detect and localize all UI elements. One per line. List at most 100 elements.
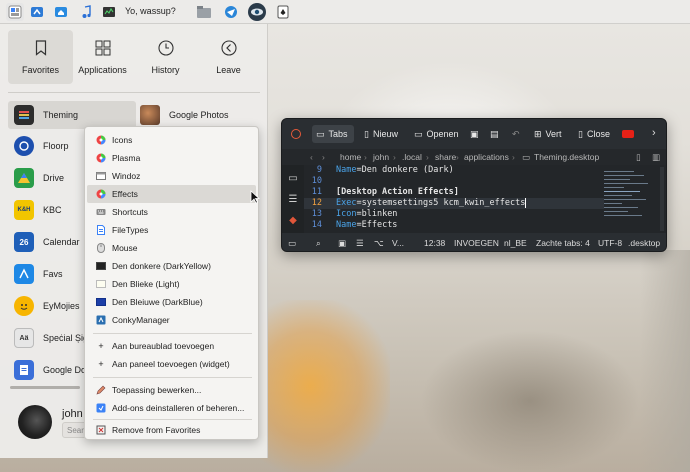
app-launcher-icon[interactable]: [6, 3, 24, 21]
menu-item-add-desktop[interactable]: + Aan bureaublad toevoegen: [87, 337, 256, 355]
code-area[interactable]: 9 Name=Den donkere (Dark) 10 11 [Desktop…: [304, 165, 604, 231]
new-button[interactable]: ▯ Nieuw: [360, 125, 402, 143]
line-number: 10: [311, 176, 322, 186]
split-view-icon[interactable]: ▯: [636, 152, 641, 163]
breadcrumb-item[interactable]: home: [340, 152, 361, 162]
tabs-button[interactable]: ▭ Tabs: [312, 125, 354, 143]
undo-button[interactable]: ↶: [508, 125, 528, 143]
open-button[interactable]: ▭ Openen: [410, 125, 463, 143]
search-icon[interactable]: ⌕: [316, 238, 321, 249]
favorite-google-photos[interactable]: Google Photos: [140, 101, 229, 129]
menu-item-label: ConkyManager: [112, 315, 170, 325]
split-vertical-button[interactable]: ⊞ Vert: [530, 125, 566, 143]
breadcrumb-separator: ›: [456, 152, 459, 162]
system-monitor-icon[interactable]: [100, 3, 118, 21]
network-icon[interactable]: [222, 3, 240, 21]
menu-item-windoz[interactable]: Windoz: [87, 167, 256, 185]
youtube-icon[interactable]: [622, 130, 634, 138]
favorite-calendar[interactable]: 26 Calendar: [14, 228, 80, 256]
tabs-divider: [8, 92, 260, 93]
launcher-scrollbar[interactable]: [10, 386, 80, 389]
theme-blue-icon: [96, 297, 106, 307]
tab-leave[interactable]: Leave: [196, 30, 261, 84]
music-icon[interactable]: [78, 3, 96, 21]
breadcrumb-item[interactable]: applications: [464, 152, 509, 162]
back-icon[interactable]: ‹: [310, 152, 313, 162]
breadcrumb-item[interactable]: share: [435, 152, 456, 162]
tab-applications[interactable]: Applications: [70, 30, 135, 84]
menu-item-conkymanager[interactable]: ConkyManager: [87, 311, 256, 329]
file-manager-icon[interactable]: [195, 3, 213, 21]
menu-item-remove-favorite[interactable]: Remove from Favorites: [87, 421, 256, 439]
list-icon[interactable]: ☰: [287, 194, 299, 206]
menu-item-add-panel[interactable]: + Aan paneel toevoegen (widget): [87, 355, 256, 373]
menu-item-mouse[interactable]: Mouse: [87, 239, 256, 257]
minimap[interactable]: [604, 169, 654, 229]
favorite-google-doc[interactable]: Google Doc: [14, 356, 91, 384]
breadcrumb-item[interactable]: .local: [402, 152, 422, 162]
plus-icon: +: [98, 359, 104, 369]
code-line: 10: [304, 176, 604, 187]
favorite-floorp[interactable]: Floorp: [14, 132, 69, 160]
breadcrumb-item[interactable]: Theming.desktop: [534, 152, 599, 162]
line-text: Icon=blinken: [336, 209, 397, 219]
chevron-right-icon[interactable]: ›: [652, 127, 656, 139]
status-indentation[interactable]: Zachte tabs: 4: [536, 238, 590, 248]
menu-item-edit-application[interactable]: Toepassing bewerken...: [87, 381, 256, 399]
menu-item-den-bleiuwe[interactable]: Den Bleiuwe (DarkBlue): [87, 293, 256, 311]
folder-icon[interactable]: ▭: [287, 173, 299, 185]
editor-scrollbar[interactable]: [660, 167, 664, 231]
menu-item-icons[interactable]: Icons: [87, 131, 256, 149]
status-cursor-position[interactable]: 12:38: [424, 238, 445, 248]
console-icon[interactable]: ▣: [338, 238, 346, 249]
menu-item-label: Mouse: [112, 243, 138, 253]
dolphin-icon[interactable]: [28, 3, 46, 21]
save-button[interactable]: ▣: [466, 125, 487, 143]
status-file-type[interactable]: .desktop: [628, 238, 660, 248]
home-folder-icon[interactable]: [52, 3, 70, 21]
tab-favorites[interactable]: Favorites: [8, 30, 73, 84]
cards-game-icon[interactable]: [274, 3, 292, 21]
menu-item-label: Den Blieke (Light): [112, 279, 180, 289]
status-encoding[interactable]: UTF-8: [598, 238, 622, 248]
menu-item-den-donkere[interactable]: Den donkere (DarkYellow): [87, 257, 256, 275]
filter-icon[interactable]: ☰: [356, 238, 364, 249]
favorite-favs[interactable]: Favs: [14, 260, 63, 288]
tab-history[interactable]: History: [133, 30, 198, 84]
line-value: =Den donkere (Dark): [356, 165, 454, 175]
favorite-special-sign[interactable]: Aä Speċial Șign: [14, 324, 93, 352]
menu-item-plasma[interactable]: Plasma: [87, 149, 256, 167]
menu-item-den-blieke[interactable]: Den Blieke (Light): [87, 275, 256, 293]
close-button[interactable]: ▯ Close: [574, 125, 614, 143]
terminal-toggle-icon[interactable]: ▭: [288, 238, 296, 249]
status-input-mode[interactable]: INVOEGEN: [454, 238, 499, 248]
git-icon[interactable]: ◆: [287, 215, 299, 227]
status-mode-short[interactable]: V...: [392, 238, 404, 248]
menu-item-shortcuts[interactable]: Shortcuts: [87, 203, 256, 221]
favorite-kbc[interactable]: K&H KBC: [14, 196, 62, 224]
conky-icon: [96, 315, 106, 325]
menu-item-effects[interactable]: Effects: [87, 185, 256, 203]
tab-label: Leave: [216, 65, 241, 75]
save-as-button[interactable]: ▤: [486, 125, 507, 143]
favorite-drive[interactable]: Drive: [14, 164, 64, 192]
breadcrumb-item[interactable]: john: [373, 152, 389, 162]
code-line: 11 [Desktop Action Effects]: [304, 187, 604, 198]
menu-item-label: Aan bureaublad toevoegen: [112, 341, 215, 351]
line-value: =blinken: [356, 209, 398, 219]
avatar[interactable]: [18, 405, 52, 439]
view-options-icon[interactable]: ▥: [652, 152, 660, 163]
favorite-eymojies[interactable]: EyMojies: [14, 292, 80, 320]
status-language[interactable]: nl_BE: [504, 238, 527, 248]
bookmark-icon: [32, 39, 50, 57]
menu-item-manage-addons[interactable]: Add-ons deinstalleren of beheren...: [87, 399, 256, 417]
app-record-icon[interactable]: [291, 129, 301, 139]
favorite-label: EyMojies: [43, 301, 80, 311]
favorite-theming[interactable]: Theming: [8, 101, 136, 129]
forward-icon[interactable]: ›: [322, 152, 325, 162]
menu-item-filetypes[interactable]: FileTypes: [87, 221, 256, 239]
eye-icon[interactable]: [248, 3, 266, 21]
menu-item-label: Effects: [112, 189, 138, 199]
branch-icon[interactable]: ⌥: [374, 238, 384, 249]
arrow-left-icon: [220, 39, 238, 57]
